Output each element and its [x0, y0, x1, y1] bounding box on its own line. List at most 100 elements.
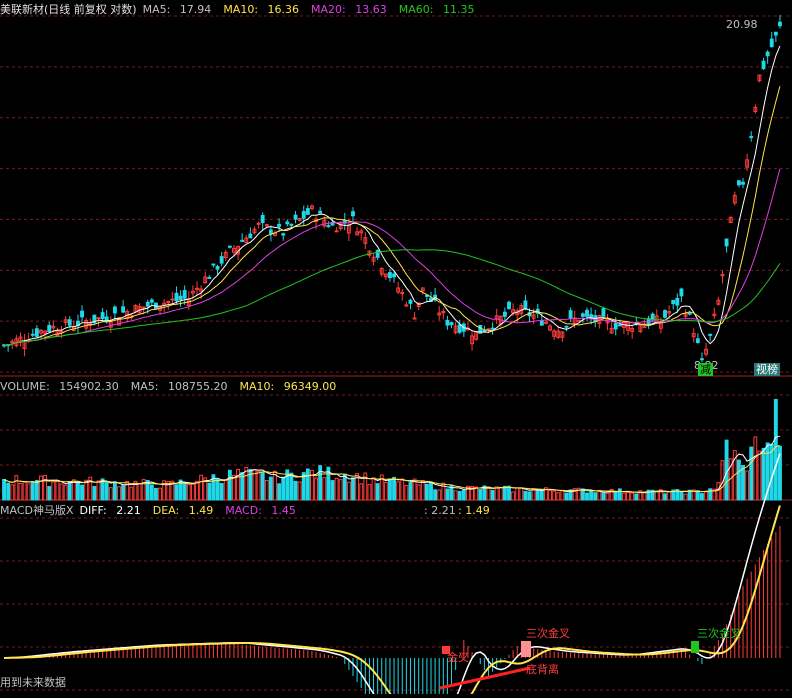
candle-body: [708, 333, 713, 336]
volume-bar: [351, 477, 355, 501]
candle-body: [617, 324, 622, 327]
volume-bar: [634, 493, 639, 501]
candle-body: [507, 301, 511, 310]
signal-triple-2: 三次金叉: [697, 627, 741, 640]
price-high-label: 20.98: [726, 18, 758, 31]
candle-body: [679, 288, 684, 297]
volume-bar: [346, 481, 351, 501]
candle-body: [585, 309, 589, 317]
volume-bar: [502, 485, 507, 501]
volume-bar: [539, 489, 544, 501]
signal-bottom: 底背离: [526, 663, 559, 676]
volume-bar: [330, 480, 335, 501]
volume-bar: [753, 436, 758, 501]
volume-bar: [371, 477, 376, 501]
candle-body: [695, 338, 700, 344]
volume-bar: [437, 489, 442, 501]
volume-bar: [416, 484, 421, 501]
volume-bar: [51, 481, 56, 501]
candle-body: [211, 263, 216, 266]
volume-bar: [560, 490, 565, 501]
volume-bar: [92, 486, 97, 501]
volume-bar: [149, 484, 154, 501]
candle-body: [260, 214, 265, 224]
volume-bar: [519, 487, 524, 501]
volume-bar: [400, 478, 405, 501]
candle-body: [178, 295, 183, 300]
volume-bar: [486, 486, 491, 501]
volume-bar: [22, 481, 27, 501]
volume-bar: [461, 489, 466, 501]
volume-bar: [2, 479, 6, 501]
triple-cross-marker-2: [691, 641, 699, 653]
volume-bar: [601, 492, 606, 501]
ma10-line: [4, 86, 781, 347]
candle-body: [601, 308, 606, 317]
volume-bar: [112, 481, 117, 501]
candle-body: [580, 313, 585, 317]
volume-bar: [108, 487, 113, 501]
chart-canvas: [0, 15, 792, 698]
candle-body: [34, 328, 39, 337]
volume-bar: [535, 489, 540, 501]
volume-bar: [186, 484, 191, 501]
candle-body: [749, 136, 754, 139]
candle-body: [289, 223, 294, 226]
candle-body: [663, 310, 667, 318]
vol-ma5-label: MA5:: [130, 380, 159, 393]
volume-bar: [704, 491, 708, 501]
volume-bar: [223, 479, 228, 501]
tag-minus: 减: [698, 363, 713, 376]
volume-bar: [445, 488, 450, 501]
candle-body: [195, 287, 199, 290]
candle-body: [671, 300, 676, 305]
macd-label: MACD:: [225, 504, 262, 517]
chart-title: 美联新材(日线 前复权 对数): [0, 3, 137, 16]
volume-bar: [314, 477, 318, 501]
volume-bar: [383, 482, 388, 501]
volume-bar: [6, 482, 11, 501]
ma5-value: 17.94: [179, 3, 212, 16]
volume-bar: [527, 491, 532, 501]
vol-ma5-line: [3, 435, 781, 494]
tag-bang: 视榜: [754, 363, 780, 376]
candle-body: [174, 292, 179, 302]
chart-stage: 美联新材(日线 前复权 对数) MA5: 17.94 MA10: 16.36 MA20…: [0, 0, 792, 698]
volume-bar: [190, 483, 195, 501]
volume-bar: [47, 486, 52, 501]
candle-body: [145, 301, 150, 307]
volume-bar: [67, 481, 72, 501]
volume-bar: [199, 474, 204, 501]
candle-body: [765, 51, 770, 57]
volume-bar: [334, 477, 339, 501]
volume-bar: [227, 469, 232, 501]
volume-bar: [43, 474, 48, 501]
volume-bar: [388, 478, 392, 501]
volume-label: VOLUME:: [0, 380, 50, 393]
diff-label: DIFF:: [79, 504, 107, 517]
candle-body: [482, 330, 487, 333]
volume-bar: [556, 492, 561, 501]
volume-bar: [375, 483, 380, 501]
candle-body: [502, 311, 507, 317]
volume-bar: [642, 492, 647, 501]
volume-bar: [63, 484, 68, 501]
candle-body: [544, 321, 548, 324]
ma60-label: MA60:: [398, 3, 434, 16]
candle-body: [47, 324, 52, 333]
volume-bar: [182, 482, 187, 501]
volume-bar: [236, 468, 240, 501]
volume-bar: [80, 484, 84, 501]
volume-bar: [548, 489, 552, 501]
ma60-line: [4, 249, 781, 347]
volume-bar: [195, 480, 199, 501]
dea-line: [4, 505, 781, 698]
volume-bar: [716, 482, 721, 501]
volume-bar: [14, 475, 19, 501]
volume-bar: [507, 485, 511, 501]
volume-bar: [154, 487, 158, 501]
candle-body: [318, 210, 323, 214]
volume-bar: [219, 483, 224, 501]
volume-bar: [117, 486, 121, 501]
ma10-label: MA10:: [223, 3, 259, 16]
